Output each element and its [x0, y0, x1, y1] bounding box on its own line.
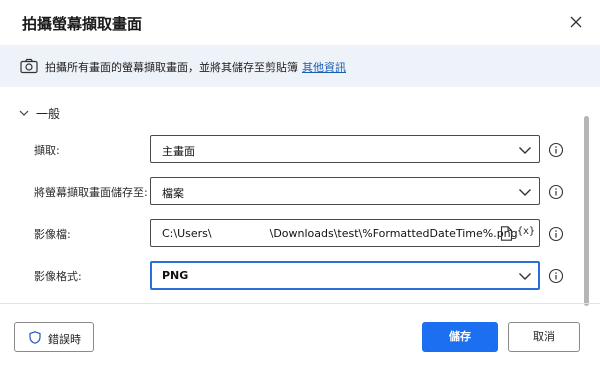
shield-icon	[29, 331, 41, 344]
cancel-button[interactable]: 取消	[508, 322, 580, 352]
footer-divider	[0, 303, 600, 304]
on-error-label: 錯誤時	[48, 333, 81, 346]
info-icon[interactable]	[548, 268, 564, 284]
image-file-label: 影像檔:	[34, 228, 71, 241]
save-to-dropdown[interactable]: 檔案	[150, 177, 540, 205]
file-icon[interactable]	[500, 226, 513, 241]
banner-description: 拍攝所有畫面的螢幕擷取畫面，並將其儲存至剪貼簿 其他資訊	[45, 59, 346, 75]
info-banner: 拍攝所有畫面的螢幕擷取畫面，並將其儲存至剪貼簿 其他資訊	[0, 45, 600, 87]
image-file-value: C:\Users\ \Downloads\test\%FormattedDateT…	[162, 227, 518, 240]
save-button[interactable]: 儲存	[422, 322, 498, 352]
dialog-header: 拍攝螢幕擷取畫面	[0, 0, 600, 44]
save-to-label: 將螢幕擷取畫面儲存至:	[34, 186, 148, 199]
banner-text: 拍攝所有畫面的螢幕擷取畫面，並將其儲存至剪貼簿	[45, 61, 298, 74]
section-title: 一般	[36, 107, 61, 121]
info-icon[interactable]	[548, 226, 564, 242]
capture-label: 擷取:	[34, 144, 60, 157]
image-format-dropdown[interactable]: PNG	[150, 261, 540, 290]
scrollbar[interactable]	[584, 116, 589, 306]
capture-dropdown[interactable]: 主畫面	[150, 135, 540, 163]
close-icon[interactable]	[566, 12, 586, 32]
camera-icon	[20, 58, 38, 74]
dialog-title: 拍攝螢幕擷取畫面	[22, 15, 143, 33]
screenshot-dialog: 拍攝螢幕擷取畫面 拍攝所有畫面的螢幕擷取畫面，並將其儲存至剪貼簿 其他資訊 一般 …	[0, 0, 600, 371]
chevron-down-icon	[518, 186, 532, 196]
save-to-value: 檔案	[162, 187, 184, 200]
info-icon[interactable]	[548, 184, 564, 200]
image-file-path-prefix: C:\Users\	[162, 227, 212, 240]
image-file-path-suffix: \Downloads\test\%FormattedDateTime%.png	[269, 227, 518, 240]
capture-value: 主畫面	[162, 145, 195, 158]
image-format-value: PNG	[162, 269, 189, 282]
chevron-down-icon	[18, 107, 30, 119]
chevron-down-icon	[518, 270, 532, 280]
more-info-link[interactable]: 其他資訊	[302, 61, 346, 74]
variable-icon[interactable]: {x}	[517, 226, 535, 237]
image-format-label: 影像格式:	[34, 270, 82, 283]
info-icon[interactable]	[548, 142, 564, 158]
on-error-button[interactable]: 錯誤時	[14, 322, 94, 352]
image-file-input[interactable]: C:\Users\ \Downloads\test\%FormattedDateT…	[150, 219, 540, 247]
chevron-down-icon	[518, 144, 532, 154]
